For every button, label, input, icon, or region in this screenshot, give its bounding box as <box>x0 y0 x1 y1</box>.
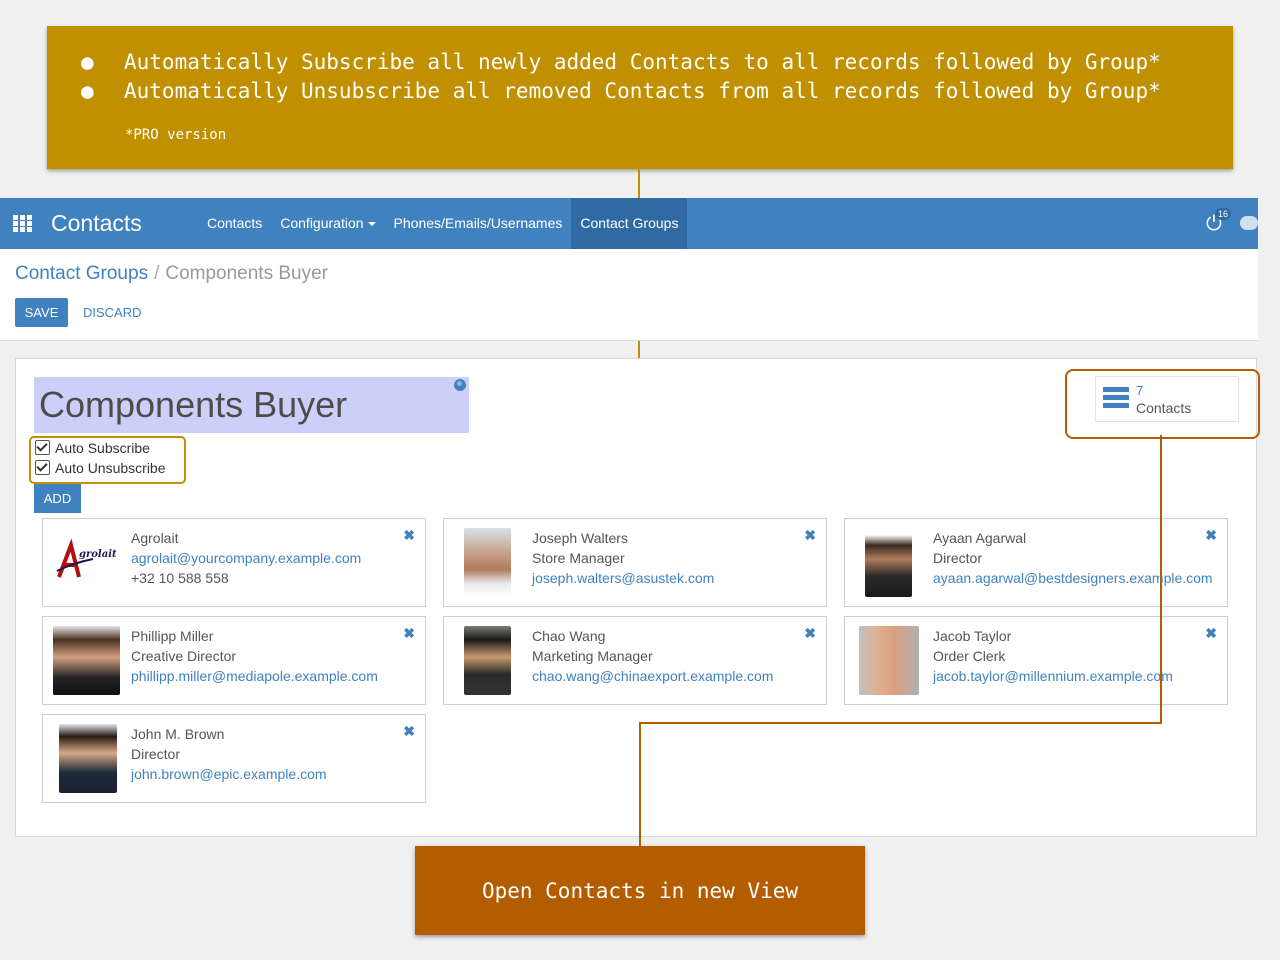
contact-card[interactable]: Joseph Walters Store Manager joseph.walt… <box>443 518 827 607</box>
feature-item: ● Automatically Subscribe all newly added… <box>81 50 1161 74</box>
feature-item: ● Automatically Unsubscribe all removed C… <box>81 79 1161 103</box>
agrolait-logo: grolait <box>56 539 117 578</box>
contact-title: Creative Director <box>131 648 237 664</box>
globe-icon[interactable] <box>454 379 466 391</box>
app-title: Contacts <box>51 210 142 236</box>
contact-card[interactable]: Ayaan Agarwal Director ayaan.agarwal@bes… <box>844 518 1228 607</box>
remove-icon[interactable]: ✖ <box>804 527 816 544</box>
contact-card[interactable]: grolait Agrolait agrolait@yourcompany.ex… <box>42 518 426 607</box>
chat-icon[interactable] <box>1240 216 1258 230</box>
avatar <box>464 528 511 597</box>
remove-icon[interactable]: ✖ <box>403 723 415 740</box>
avatar <box>865 528 912 597</box>
contact-title: Marketing Manager <box>532 648 653 664</box>
stat-highlight <box>1065 369 1260 439</box>
open-contacts-callout: Open Contacts in new View <box>415 846 865 935</box>
contact-title: Order Clerk <box>933 648 1006 664</box>
control-panel: Contact Groups / Components Buyer SAVE DIS… <box>0 249 1258 341</box>
contact-name: Agrolait <box>131 530 179 546</box>
avatar <box>59 724 117 793</box>
pro-note: *PRO version <box>125 127 227 143</box>
contact-title: Store Manager <box>532 550 625 566</box>
remove-icon[interactable]: ✖ <box>403 527 415 544</box>
connector-line <box>1160 435 1162 724</box>
breadcrumb-current: Components Buyer <box>165 263 329 284</box>
svg-text:grolait: grolait <box>79 549 117 560</box>
menu-item-phones-emails[interactable]: Phones/Emails/Usernames <box>385 198 572 249</box>
contact-name: Phillipp Miller <box>131 628 214 644</box>
breadcrumb: Contact Groups / Components Buyer <box>15 263 329 284</box>
contact-name: John M. Brown <box>131 726 225 742</box>
avatar <box>464 626 511 695</box>
menu-item-contact-groups[interactable]: Contact Groups <box>571 198 688 249</box>
contact-card[interactable]: Chao Wang Marketing Manager chao.wang@ch… <box>443 616 827 705</box>
save-button[interactable]: SAVE <box>15 298 68 327</box>
group-name-input[interactable]: Components Buyer <box>34 377 469 433</box>
contact-email[interactable]: john.brown@epic.example.com <box>131 766 327 782</box>
remove-icon[interactable]: ✖ <box>403 625 415 642</box>
contact-email[interactable]: ayaan.agarwal@bestdesigners.example.com <box>933 570 1213 586</box>
top-navbar: Contacts Contacts Configuration Phones/E… <box>0 198 1258 249</box>
contact-email[interactable]: joseph.walters@asustek.com <box>532 570 714 586</box>
contact-email[interactable]: phillipp.miller@mediapole.example.com <box>131 668 378 684</box>
remove-icon[interactable]: ✖ <box>1205 527 1217 544</box>
remove-icon[interactable]: ✖ <box>1205 625 1217 642</box>
remove-icon[interactable]: ✖ <box>804 625 816 642</box>
contact-name: Jacob Taylor <box>933 628 1012 644</box>
contact-name: Ayaan Agarwal <box>933 530 1027 546</box>
contact-title: Director <box>131 746 181 762</box>
contact-email[interactable]: agrolait@yourcompany.example.com <box>131 550 361 566</box>
discard-button[interactable]: DISCARD <box>83 298 142 327</box>
contact-card[interactable]: John M. Brown Director john.brown@epic.e… <box>42 714 426 803</box>
activity-badge: 16 <box>1215 208 1232 220</box>
contact-title: Director <box>933 550 983 566</box>
checkbox-highlight <box>29 436 186 484</box>
breadcrumb-parent[interactable]: Contact Groups <box>15 263 148 284</box>
caret-down-icon <box>367 222 376 227</box>
contact-name: Joseph Walters <box>532 530 628 546</box>
feature-callout: ● Automatically Subscribe all newly added… <box>47 26 1233 169</box>
contact-email[interactable]: chao.wang@chinaexport.example.com <box>532 668 773 684</box>
connector-line <box>639 722 1162 724</box>
connector-line <box>639 722 641 846</box>
menu-item-configuration[interactable]: Configuration <box>271 198 384 249</box>
avatar <box>53 626 120 695</box>
add-contact-button[interactable]: ADD <box>34 484 81 513</box>
contact-name: Chao Wang <box>532 628 606 644</box>
main-menu: Contacts Configuration Phones/Emails/Use… <box>198 198 688 249</box>
contact-email[interactable]: jacob.taylor@millennium.example.com <box>933 668 1173 684</box>
apps-grid-icon[interactable] <box>13 215 32 232</box>
menu-item-contacts[interactable]: Contacts <box>198 198 271 249</box>
avatar <box>859 626 919 695</box>
feature-list: ● Automatically Subscribe all newly added… <box>81 48 1161 106</box>
contact-card[interactable]: Jacob Taylor Order Clerk jacob.taylor@mi… <box>844 616 1228 705</box>
contact-phone: +32 10 588 558 <box>131 570 229 586</box>
contact-card[interactable]: Phillipp Miller Creative Director philli… <box>42 616 426 705</box>
